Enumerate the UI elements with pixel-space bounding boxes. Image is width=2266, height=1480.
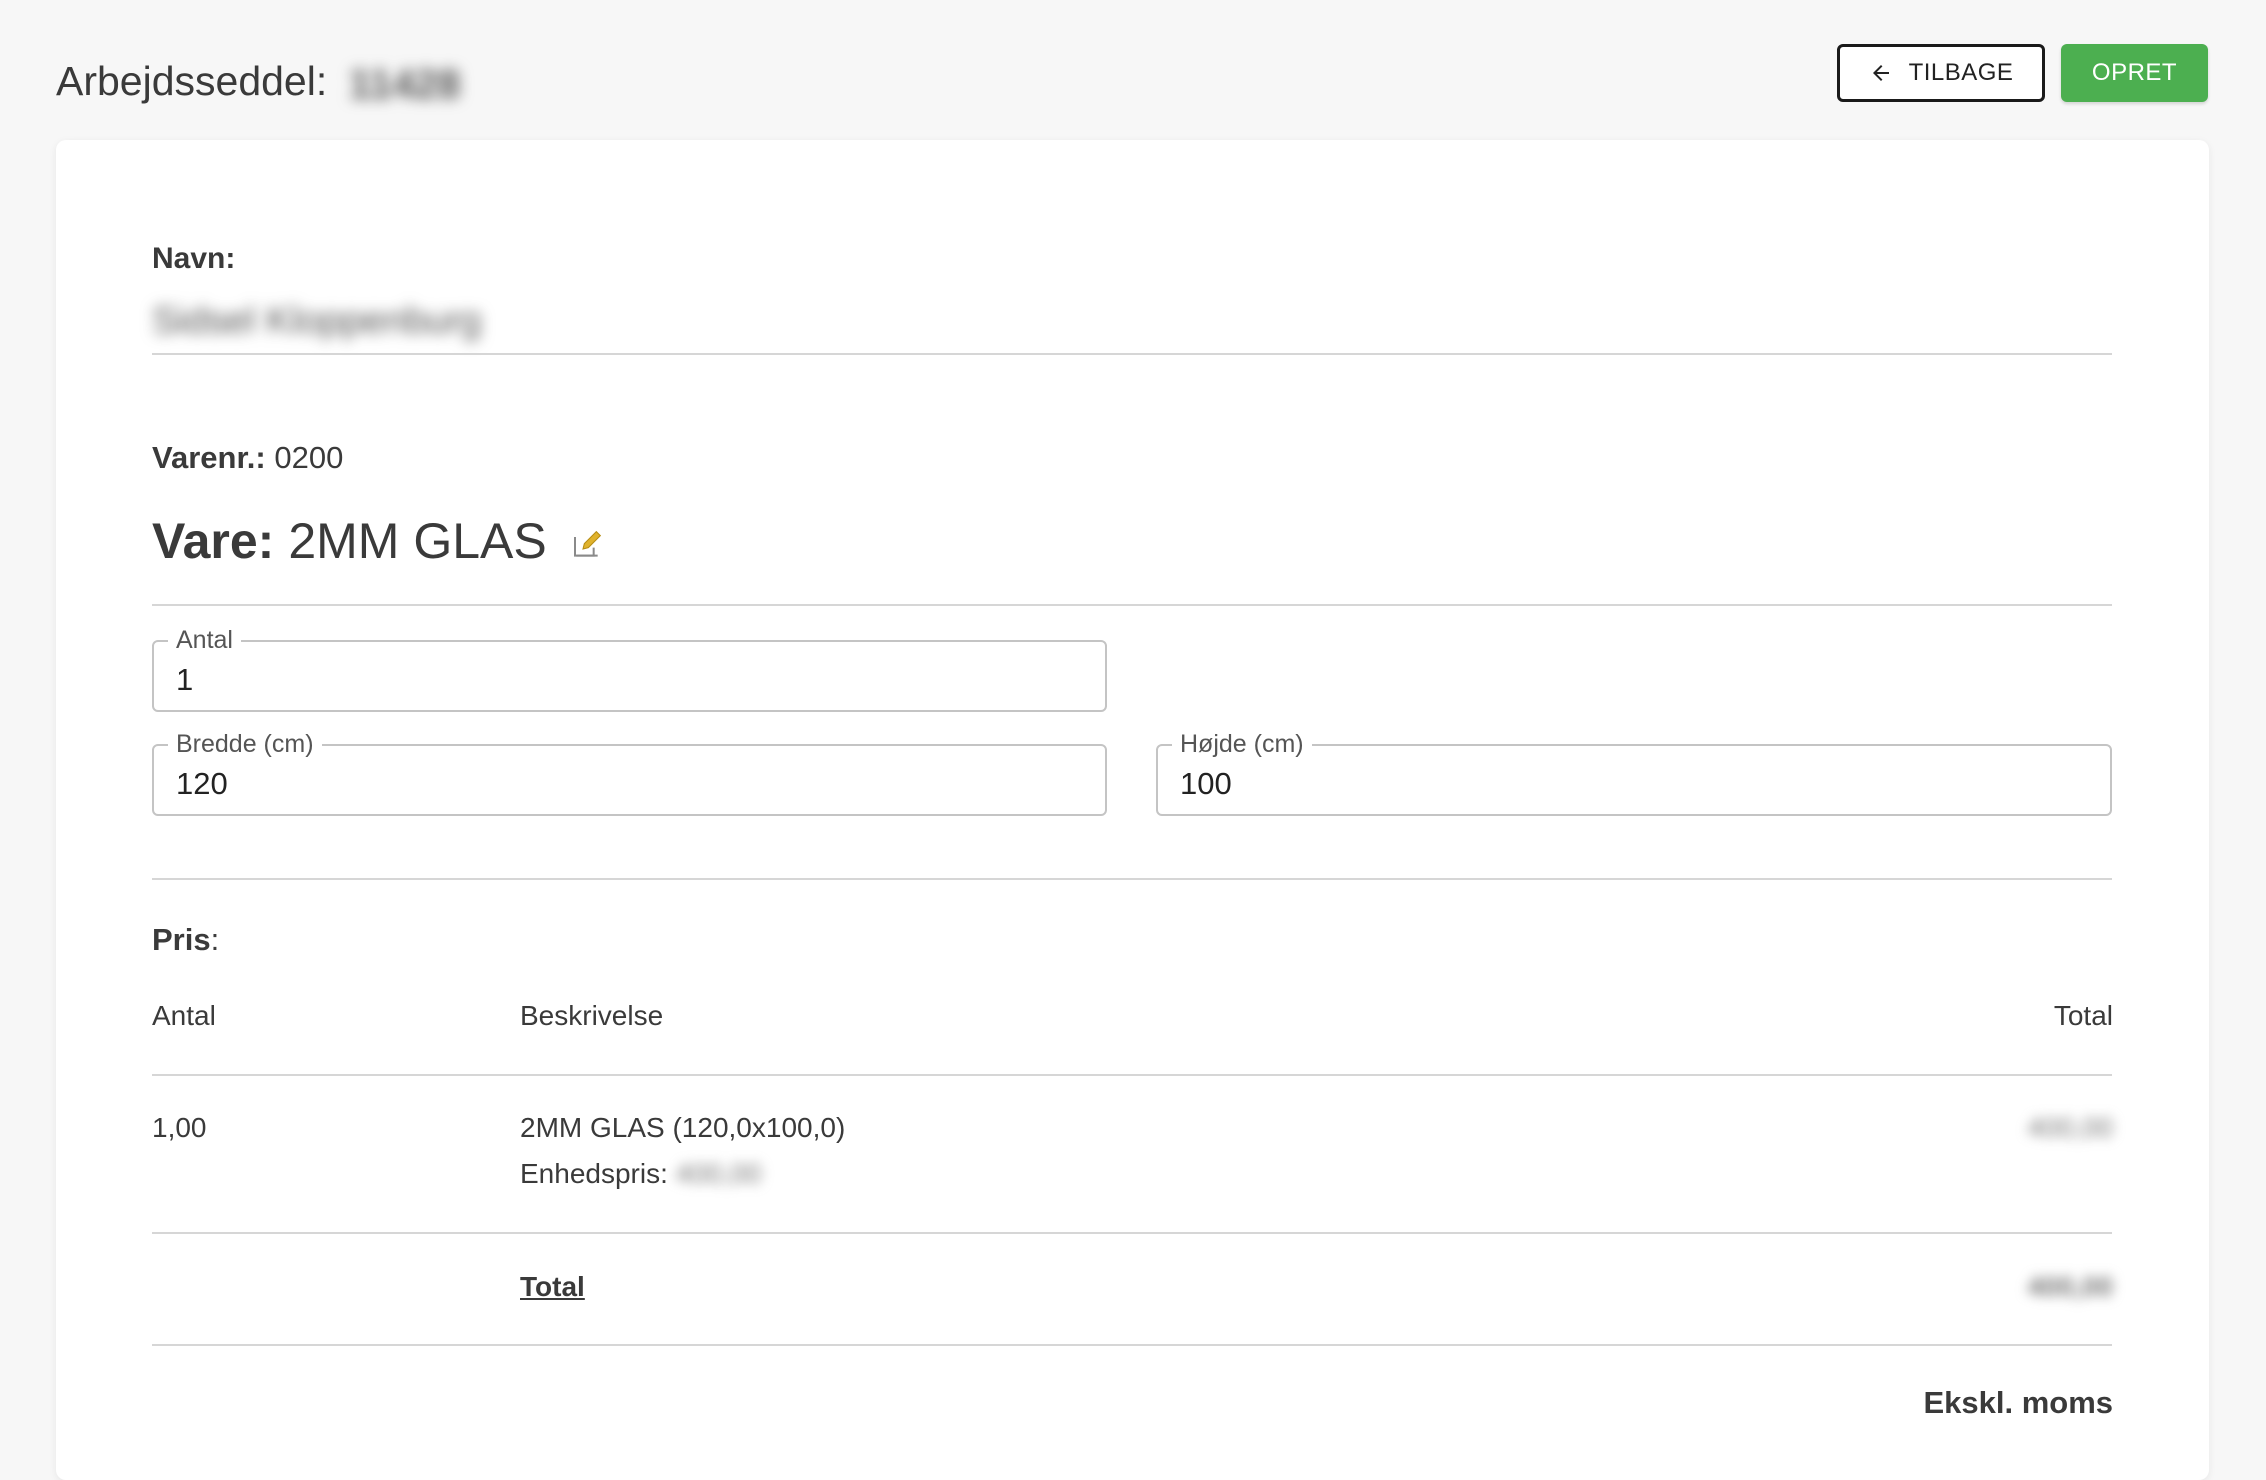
- total-label[interactable]: Total: [520, 1271, 585, 1303]
- price-label: Pris: [152, 922, 211, 957]
- divider: [152, 604, 2112, 606]
- height-field-label: Højde (cm): [1172, 730, 1312, 759]
- column-header-total: Total: [2053, 1000, 2113, 1031]
- work-order-card: Navn: Sidsel Kloppenburg Varenr.: 0200 V…: [56, 140, 2209, 1480]
- create-button-label: OPRET: [2091, 59, 2178, 86]
- height-field[interactable]: Højde (cm) 100: [1156, 730, 2112, 816]
- product-heading: Vare: 2MM GLAS: [152, 512, 2112, 570]
- price-section-title: Pris:: [152, 922, 2112, 958]
- quantity-field-value: 1: [176, 662, 194, 697]
- page-title-text: Arbejdsseddel:: [56, 58, 328, 104]
- page-header: Arbejdsseddel: 11428 TILBAGE OPRET: [0, 0, 2266, 140]
- width-field-label: Bredde (cm): [168, 730, 322, 759]
- height-field-value: 100: [1180, 766, 1232, 801]
- back-button[interactable]: TILBAGE: [1837, 44, 2045, 102]
- edit-icon[interactable]: [571, 529, 603, 561]
- price-label-colon: :: [210, 922, 220, 957]
- vat-note: Ekskl. moms: [1923, 1385, 2113, 1420]
- item-number-label: Varenr.:: [152, 440, 266, 475]
- name-label: Navn:: [152, 242, 236, 275]
- column-header-description: Beskrivelse: [520, 1000, 664, 1031]
- item-number-value: 0200: [274, 440, 344, 475]
- divider: [152, 878, 2112, 880]
- total-value: 400,00: [2027, 1271, 2113, 1302]
- product-name: 2MM GLAS: [288, 513, 547, 569]
- row-description: 2MM GLAS (120,0x100,0): [520, 1112, 846, 1143]
- width-field[interactable]: Bredde (cm) 120: [152, 730, 1107, 816]
- page-title: Arbejdsseddel: 11428: [56, 58, 460, 108]
- width-field-value: 120: [176, 766, 228, 801]
- unit-price-label: Enhedspris:: [520, 1158, 668, 1189]
- product-label: Vare:: [152, 513, 275, 569]
- quantity-field-label: Antal: [168, 626, 241, 655]
- back-button-label: TILBAGE: [1908, 59, 2014, 86]
- arrow-left-icon: [1872, 65, 1889, 81]
- item-number: Varenr.: 0200: [152, 440, 2112, 476]
- row-total: 400,00: [2027, 1112, 2113, 1143]
- divider: [152, 1074, 2112, 1076]
- column-header-quantity: Antal: [152, 1000, 216, 1031]
- row-unit-price: Enhedspris: 400,00: [520, 1158, 761, 1190]
- create-button[interactable]: OPRET: [2061, 44, 2208, 102]
- unit-price-value: 400,00: [675, 1158, 762, 1189]
- work-order-number: 11428: [348, 60, 461, 107]
- quantity-field[interactable]: Antal 1: [152, 626, 1107, 712]
- row-quantity: 1,00: [152, 1112, 207, 1143]
- divider: [152, 353, 2112, 355]
- divider: [152, 1344, 2112, 1346]
- name-value: Sidsel Kloppenburg: [152, 300, 482, 342]
- divider: [152, 1232, 2112, 1234]
